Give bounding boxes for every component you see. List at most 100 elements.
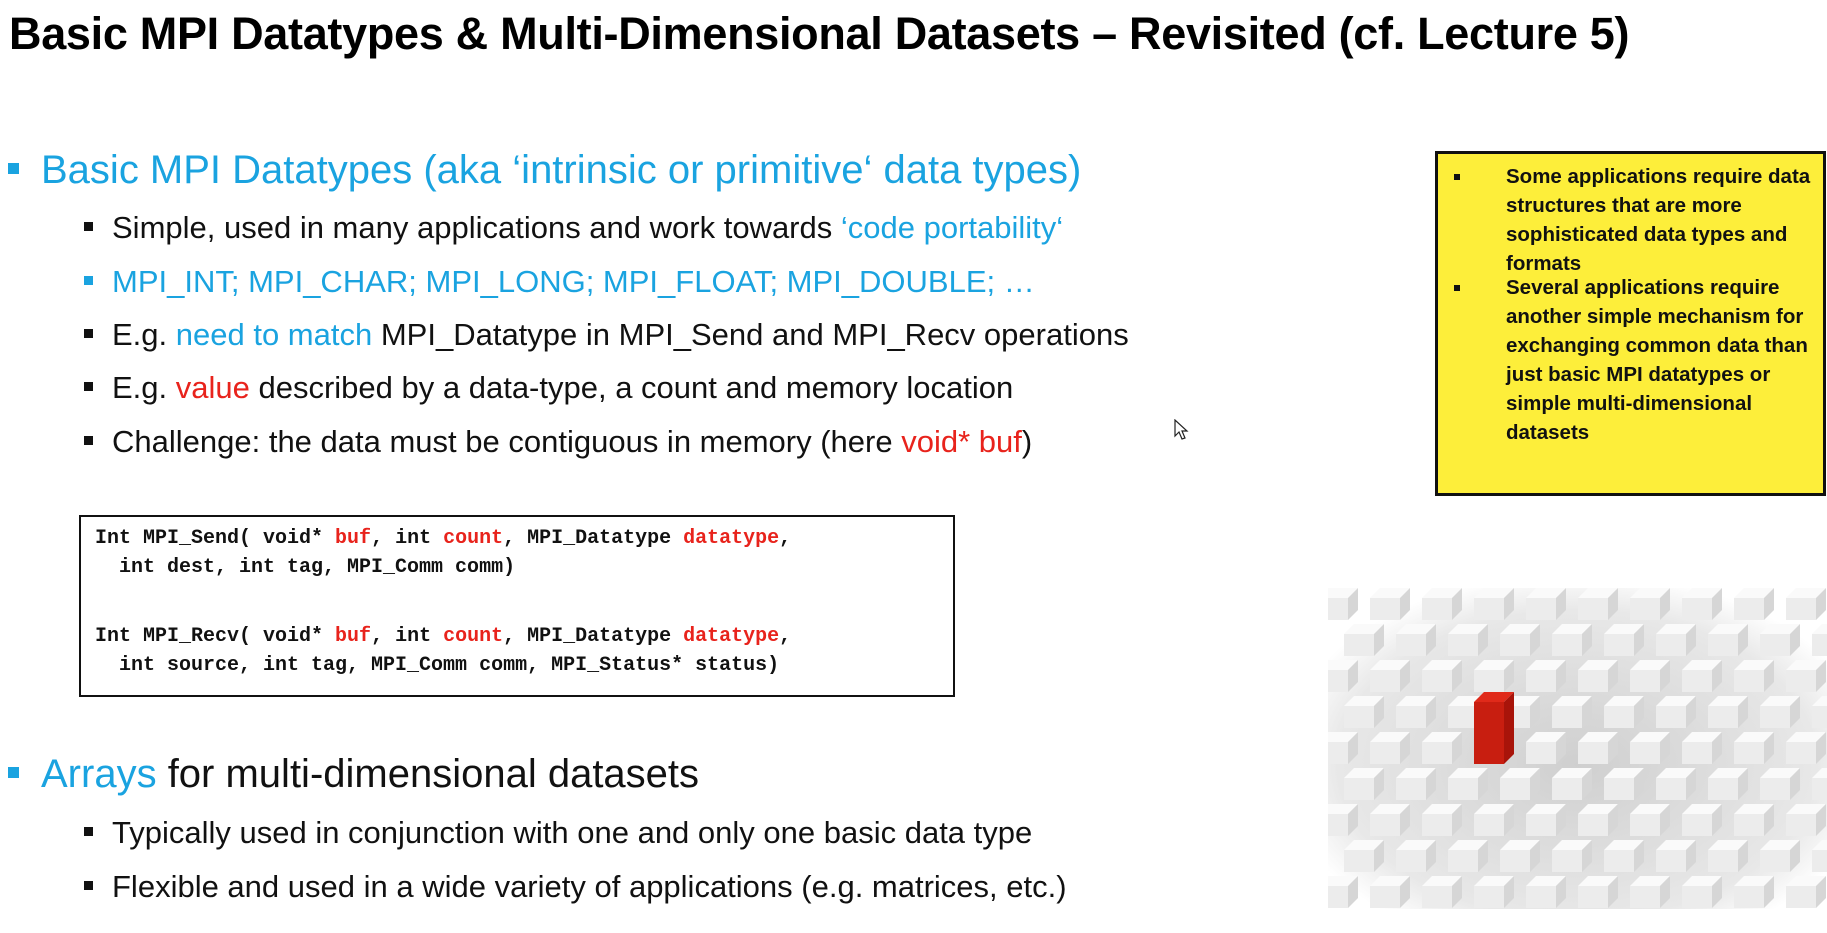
cube (1760, 850, 1790, 872)
cube (1708, 706, 1738, 728)
cube (1448, 634, 1478, 656)
cube (1604, 634, 1634, 656)
cube (1656, 706, 1686, 728)
cube (1812, 850, 1827, 872)
cube (1656, 634, 1686, 656)
cube (1760, 778, 1790, 800)
cube (1500, 778, 1530, 800)
mouse-cursor-icon (1174, 419, 1189, 440)
cube (1604, 850, 1634, 872)
bullet-icon (84, 382, 93, 391)
cube (1370, 598, 1400, 620)
cube (1630, 598, 1660, 620)
cube (1526, 598, 1556, 620)
heading-text: Basic MPI Datatypes (aka ‘intrinsic or p… (41, 148, 1082, 192)
cube (1578, 814, 1608, 836)
item-text: ) (1021, 424, 1033, 459)
red-cube (1474, 702, 1504, 764)
list-item: Simple, used in many applications and wo… (84, 210, 1064, 246)
note-box: Some applications require data structure… (1435, 151, 1826, 496)
bullet-icon (84, 222, 93, 231)
bullet-icon (84, 881, 93, 890)
cube (1370, 814, 1400, 836)
cube (1474, 670, 1504, 692)
item-highlight: need to match (175, 317, 373, 352)
cube (1396, 850, 1426, 872)
cube (1526, 814, 1556, 836)
cube (1786, 742, 1816, 764)
cube (1344, 850, 1374, 872)
note-item: Several applications require another sim… (1506, 276, 1808, 444)
cube (1422, 886, 1452, 908)
cube (1370, 742, 1400, 764)
code-line: int dest, int tag, MPI_Comm comm) (95, 556, 516, 579)
cube (1786, 598, 1816, 620)
code-line: int source, int tag, MPI_Comm comm, MPI_… (95, 654, 780, 677)
item-text: Simple, used in many applications and wo… (112, 210, 841, 245)
cube (1344, 778, 1374, 800)
item-text: Typically used in conjunction with one a… (112, 815, 1033, 850)
cube (1422, 670, 1452, 692)
cube (1760, 634, 1790, 656)
list-item: MPI_INT; MPI_CHAR; MPI_LONG; MPI_FLOAT; … (84, 264, 1035, 300)
cube (1422, 814, 1452, 836)
item-text: MPI_INT; MPI_CHAR; MPI_LONG; MPI_FLOAT; … (112, 264, 1035, 299)
cube (1682, 814, 1712, 836)
code-line: Int MPI_Recv( void* buf, int count, MPI_… (95, 625, 792, 648)
bullet-icon (84, 827, 93, 836)
cube (1344, 706, 1374, 728)
cube (1526, 670, 1556, 692)
item-highlight: ‘code portability‘ (840, 210, 1064, 245)
cube (1344, 634, 1374, 656)
cube (1578, 742, 1608, 764)
cube (1708, 634, 1738, 656)
bullet-icon (8, 163, 19, 174)
cube (1328, 886, 1348, 908)
cube (1734, 814, 1764, 836)
cube (1656, 778, 1686, 800)
cube (1604, 778, 1634, 800)
cube (1734, 598, 1764, 620)
cube (1734, 742, 1764, 764)
cube (1448, 850, 1478, 872)
cube (1708, 850, 1738, 872)
cube (1448, 706, 1478, 728)
cube (1370, 886, 1400, 908)
cube (1328, 598, 1348, 620)
cube (1552, 706, 1582, 728)
cube (1526, 886, 1556, 908)
cube (1812, 706, 1827, 728)
cube (1604, 706, 1634, 728)
bullet-icon (1454, 174, 1460, 180)
cube (1734, 886, 1764, 908)
cube (1630, 814, 1660, 836)
cube (1500, 850, 1530, 872)
cube (1474, 814, 1504, 836)
cube (1656, 850, 1686, 872)
cube (1328, 742, 1348, 764)
cube (1786, 814, 1816, 836)
code-box: Int MPI_Send( void* buf, int count, MPI_… (79, 515, 955, 697)
cube (1630, 670, 1660, 692)
cube (1578, 598, 1608, 620)
cube (1396, 706, 1426, 728)
cube (1682, 598, 1712, 620)
cube-grid-image (1328, 588, 1827, 909)
heading-text: for multi-dimensional datasets (156, 752, 700, 796)
cube (1422, 598, 1452, 620)
item-text: Challenge: the data must be contiguous i… (112, 424, 902, 459)
cube (1552, 850, 1582, 872)
cube (1422, 742, 1452, 764)
item-text: E.g. (112, 317, 176, 352)
list-item: Typically used in conjunction with one a… (84, 815, 1033, 851)
bullet-icon (8, 767, 19, 778)
cube (1396, 778, 1426, 800)
cube (1370, 670, 1400, 692)
item-text: described by a data-type, a count and me… (249, 370, 1014, 405)
cube (1526, 742, 1556, 764)
cube (1760, 706, 1790, 728)
cube (1734, 670, 1764, 692)
cube (1578, 670, 1608, 692)
bullet-icon (84, 436, 93, 445)
code-line: Int MPI_Send( void* buf, int count, MPI_… (95, 527, 792, 550)
